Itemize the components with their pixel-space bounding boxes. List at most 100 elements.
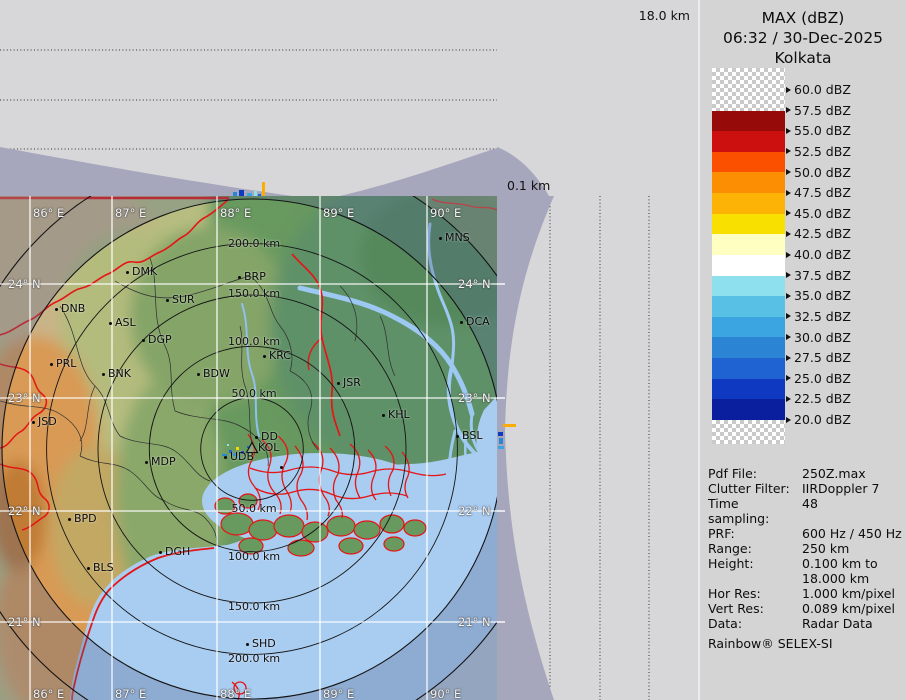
scale-tick-label: 60.0 dBZ [786,82,851,97]
tick-text: 22.5 dBZ [794,391,851,406]
scale-tick-label: 32.5 dBZ [786,309,851,324]
scale-band [712,317,785,338]
tick-text: 20.0 dBZ [794,412,851,427]
radar-map [0,196,497,700]
scale-tick-label: 55.0 dBZ [786,123,851,138]
metadata-label: Data: [708,616,802,631]
tick-arrow-icon [786,148,791,154]
metadata-value: 250Z.max [802,466,902,481]
dbz-colorbar [712,0,785,470]
scale-band [712,276,785,297]
software-brand: Rainbow® SELEX-SI [708,636,902,651]
tick-arrow-icon [786,396,791,402]
tick-arrow-icon [786,128,791,134]
tick-arrow-icon [786,190,791,196]
tick-text: 32.5 dBZ [794,309,851,324]
tick-arrow-icon [786,375,791,381]
metadata-row: Hor Res:1.000 km/pixel [708,586,902,601]
scale-band [712,172,785,193]
tick-text: 57.5 dBZ [794,103,851,118]
metadata-label: Height: [708,556,802,586]
tick-text: 47.5 dBZ [794,185,851,200]
metadata-label: Range: [708,541,802,556]
scale-band [712,255,785,276]
tick-arrow-icon [786,355,791,361]
scale-band [712,358,785,379]
scale-tick-label: 30.0 dBZ [786,330,851,345]
metadata-value: 0.100 km to 18.000 km [802,556,902,586]
scale-tick-label: 52.5 dBZ [786,144,851,159]
tick-arrow-icon [786,87,791,93]
scale-band [712,337,785,358]
scale-tick-label: 57.5 dBZ [786,103,851,118]
metadata-row: Height:0.100 km to 18.000 km [708,556,902,586]
tick-text: 52.5 dBZ [794,144,851,159]
tick-arrow-icon [786,334,791,340]
metadata-row: Time sampling:48 [708,496,902,526]
metadata-label: Vert Res: [708,601,802,616]
tick-text: 27.5 dBZ [794,350,851,365]
metadata-value: 0.089 km/pixel [802,601,902,616]
right-projection-panel [497,196,698,700]
metadata-value: 250 km [802,541,902,556]
tick-text: 50.0 dBZ [794,165,851,180]
metadata-row: Clutter Filter:IIRDoppler 7 [708,481,902,496]
metadata-row: Range:250 km [708,541,902,556]
tick-text: 30.0 dBZ [794,330,851,345]
scale-tick-label: 50.0 dBZ [786,165,851,180]
tick-text: 42.5 dBZ [794,226,851,241]
metadata-value: IIRDoppler 7 [802,481,902,496]
scale-tick-label: 27.5 dBZ [786,350,851,365]
legend-panel: MAX (dBZ) 06:32 / 30-Dec-2025 Kolkata 60… [700,0,906,700]
tick-arrow-icon [786,293,791,299]
metadata-label: Clutter Filter: [708,481,802,496]
tick-text: 25.0 dBZ [794,371,851,386]
scale-band [712,152,785,173]
metadata-row: Data:Radar Data [708,616,902,631]
radar-display-root: 18.0 km 0.1 km [0,0,906,700]
scale-band [712,234,785,255]
colorbar-underflow-checker [712,420,785,444]
scale-tick-label: 22.5 dBZ [786,391,851,406]
scale-tick-label: 35.0 dBZ [786,288,851,303]
scale-band [712,193,785,214]
tick-text: 60.0 dBZ [794,82,851,97]
scale-tick-label: 42.5 dBZ [786,226,851,241]
scale-band [712,131,785,152]
scale-band [712,214,785,235]
metadata-row: PRF:600 Hz / 450 Hz [708,526,902,541]
height-axis-box: 18.0 km 0.1 km [497,0,698,196]
tick-arrow-icon [786,417,791,423]
tick-text: 35.0 dBZ [794,288,851,303]
scale-band [712,111,785,132]
height-max-label: 18.0 km [639,8,690,23]
scale-tick-label: 45.0 dBZ [786,206,851,221]
tick-text: 40.0 dBZ [794,247,851,262]
tick-text: 37.5 dBZ [794,268,851,283]
tick-arrow-icon [786,169,791,175]
metadata-label: PRF: [708,526,802,541]
metadata-row: Vert Res:0.089 km/pixel [708,601,902,616]
metadata-value: Radar Data [802,616,902,631]
colorbar-overflow-checker [712,68,785,111]
scale-band [712,296,785,317]
scale-tick-label: 37.5 dBZ [786,268,851,283]
tick-arrow-icon [786,107,791,113]
tick-text: 55.0 dBZ [794,123,851,138]
metadata-label: Hor Res: [708,586,802,601]
scale-tick-label: 47.5 dBZ [786,185,851,200]
product-metadata: Pdf File:250Z.maxClutter Filter:IIRDoppl… [708,466,902,651]
metadata-value: 600 Hz / 450 Hz [802,526,902,541]
metadata-label: Pdf File: [708,466,802,481]
tick-arrow-icon [786,210,791,216]
scale-tick-label: 40.0 dBZ [786,247,851,262]
tick-arrow-icon [786,272,791,278]
scale-band [712,379,785,400]
tick-arrow-icon [786,313,791,319]
metadata-row: Pdf File:250Z.max [708,466,902,481]
tick-text: 45.0 dBZ [794,206,851,221]
scale-tick-label: 25.0 dBZ [786,371,851,386]
top-projection-panel [0,0,497,196]
tick-arrow-icon [786,231,791,237]
metadata-label: Time sampling: [708,496,802,526]
